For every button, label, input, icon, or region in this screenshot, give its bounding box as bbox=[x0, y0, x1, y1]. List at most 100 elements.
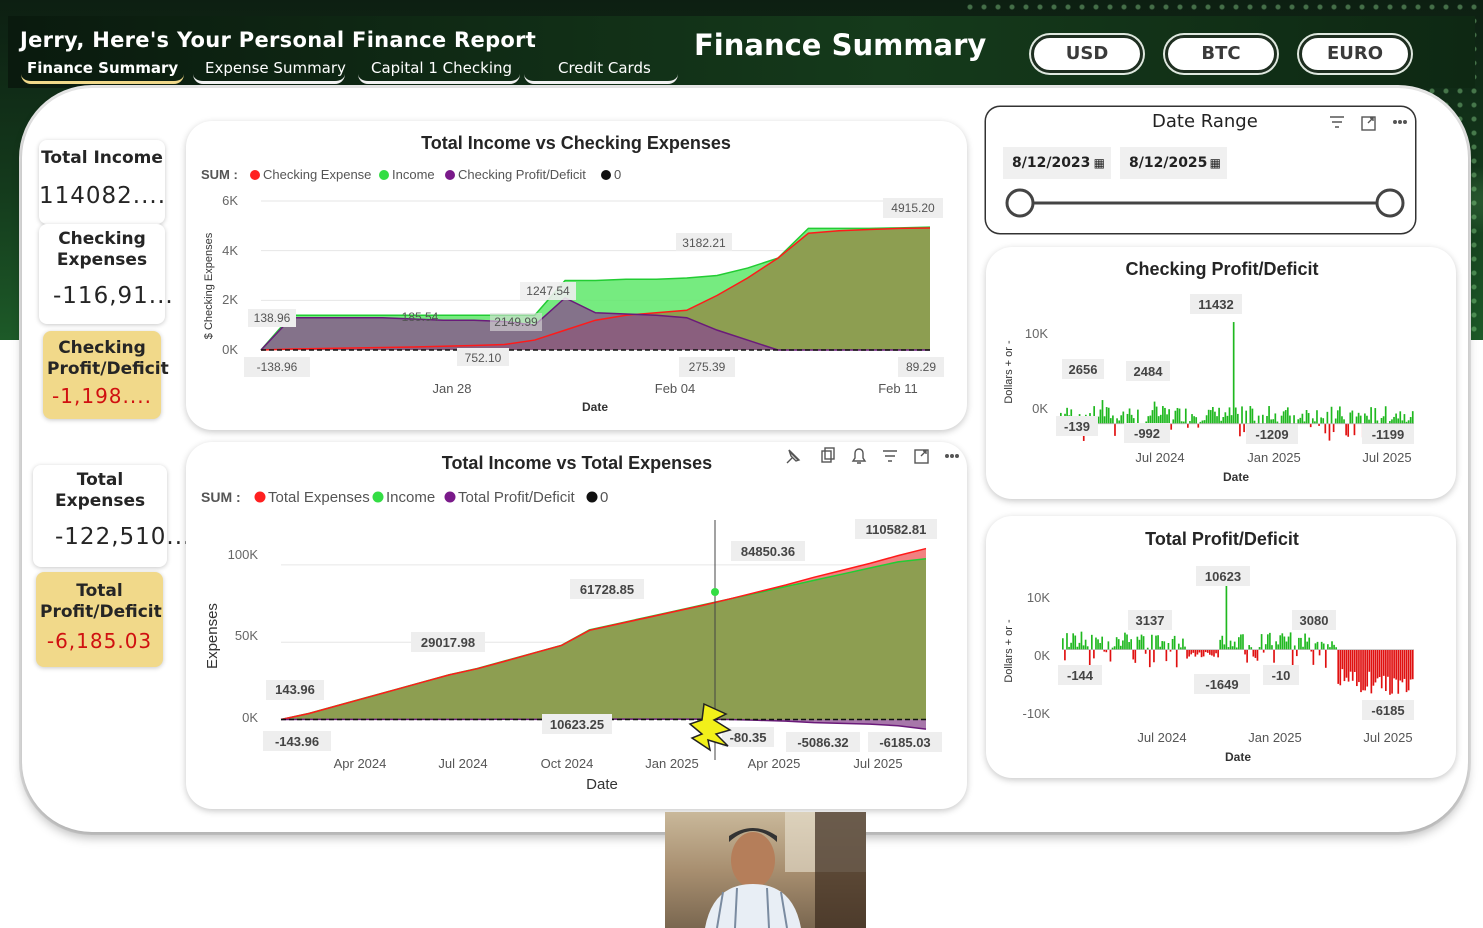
bar bbox=[1362, 649, 1364, 691]
slider-start-handle[interactable] bbox=[1005, 188, 1035, 218]
checking-profit-bars bbox=[1060, 322, 1414, 441]
btc-button[interactable]: BTC bbox=[1165, 35, 1277, 73]
kpi-label: Total Profit/Deficit bbox=[40, 581, 162, 622]
legend-item[interactable]: Total Profit/Deficit bbox=[458, 489, 576, 506]
total-profit-chart: Total Profit/Deficit Dollars + or - 10K … bbox=[1003, 529, 1414, 764]
copy-icon[interactable] bbox=[821, 447, 835, 463]
focus-mode-icon[interactable] bbox=[914, 449, 929, 464]
checking-chart-panel[interactable]: Total Income vs Checking Expenses SUM : … bbox=[186, 121, 967, 430]
legend-item[interactable]: 0 bbox=[600, 489, 608, 506]
webcam-overlay bbox=[665, 812, 866, 928]
tab-capital-1-checking[interactable]: Capital 1 Checking bbox=[358, 58, 520, 84]
bar bbox=[1353, 423, 1356, 436]
data-label: 110582.81 bbox=[866, 522, 927, 537]
legend-swatch bbox=[372, 491, 384, 503]
bar bbox=[1126, 413, 1129, 424]
bar bbox=[1401, 649, 1404, 683]
bar bbox=[1142, 636, 1145, 650]
bar bbox=[1097, 639, 1099, 650]
data-label: -1209 bbox=[1255, 427, 1288, 442]
start-date-value: 8/12/2023 bbox=[1012, 155, 1091, 171]
bar bbox=[1286, 407, 1289, 424]
bar bbox=[1223, 644, 1226, 650]
slicer-toolbar bbox=[1330, 116, 1408, 131]
bar bbox=[1266, 634, 1269, 650]
bar bbox=[1272, 419, 1275, 424]
y-tick: 6K bbox=[222, 193, 238, 208]
chart-legend: SUM : Total Expenses Income Total Profit… bbox=[201, 489, 608, 506]
calendar-icon[interactable]: ▦ bbox=[1210, 147, 1221, 179]
data-label: 11432 bbox=[1198, 297, 1233, 312]
bar bbox=[1266, 415, 1268, 424]
data-label: -80.35 bbox=[730, 730, 767, 745]
pin-icon[interactable] bbox=[786, 449, 801, 464]
legend-item[interactable]: Checking Expense bbox=[263, 167, 371, 182]
bar bbox=[1103, 416, 1106, 424]
tab-expense-summary[interactable]: Expense Summary bbox=[193, 58, 346, 84]
more-options-icon[interactable] bbox=[1393, 119, 1408, 124]
legend-item[interactable]: Total Expenses bbox=[268, 489, 370, 506]
total-chart-panel[interactable]: Total Income vs Total Expenses SUM : Tot… bbox=[186, 442, 967, 809]
filter-icon[interactable] bbox=[1330, 116, 1344, 128]
bar bbox=[1298, 637, 1300, 650]
legend-item[interactable]: Checking Profit/Deficit bbox=[458, 167, 586, 182]
bar bbox=[1245, 410, 1248, 424]
bar bbox=[1113, 646, 1116, 650]
bar bbox=[1128, 408, 1131, 424]
x-tick: Jan 2025 bbox=[645, 756, 699, 771]
bar bbox=[1376, 420, 1379, 424]
bar bbox=[1364, 413, 1366, 424]
end-date-input[interactable]: 8/12/2025 ▦ bbox=[1120, 147, 1227, 179]
bar bbox=[1399, 411, 1402, 424]
tab-credit-cards[interactable]: Credit Cards bbox=[524, 58, 678, 84]
bar bbox=[1261, 414, 1264, 424]
bar bbox=[1064, 649, 1066, 661]
data-label: 4915.20 bbox=[891, 201, 935, 215]
bar bbox=[1149, 415, 1152, 424]
focus-mode-icon[interactable] bbox=[1361, 116, 1376, 131]
slider-end-handle[interactable] bbox=[1375, 188, 1405, 218]
bar bbox=[1093, 649, 1095, 659]
data-label: 2484 bbox=[1134, 364, 1164, 379]
legend-item[interactable]: 0 bbox=[614, 167, 621, 182]
bar bbox=[1307, 413, 1310, 424]
bar bbox=[1174, 410, 1177, 424]
data-label: -992 bbox=[1134, 426, 1160, 441]
tab-finance-summary[interactable]: Finance Summary bbox=[21, 58, 185, 84]
bar bbox=[1264, 644, 1267, 650]
data-label: 752.10 bbox=[465, 351, 502, 365]
x-tick: Jul 2024 bbox=[1137, 730, 1186, 745]
checking-profit-panel[interactable]: Checking Profit/Deficit Dollars + or - 1… bbox=[986, 247, 1456, 499]
kpi-label: Checking Profit/Deficit bbox=[47, 338, 169, 379]
bar bbox=[1206, 649, 1209, 653]
date-slider[interactable] bbox=[986, 184, 1415, 224]
bar bbox=[1341, 416, 1343, 424]
bar bbox=[1239, 423, 1241, 437]
kpi-value: -1,198.... bbox=[52, 384, 152, 408]
bar bbox=[1411, 649, 1414, 680]
bar bbox=[1162, 406, 1164, 424]
start-date-input[interactable]: 8/12/2023 ▦ bbox=[1003, 147, 1111, 179]
bar bbox=[1281, 633, 1284, 650]
bar bbox=[1332, 423, 1335, 433]
bar bbox=[1190, 649, 1193, 655]
legend-item[interactable]: Income bbox=[386, 489, 435, 506]
bell-icon[interactable] bbox=[851, 448, 867, 464]
bar bbox=[1132, 418, 1135, 424]
bar bbox=[1291, 649, 1294, 667]
bar bbox=[1095, 637, 1097, 650]
filter-icon[interactable] bbox=[883, 450, 897, 462]
legend-item[interactable]: Income bbox=[392, 167, 435, 182]
bar bbox=[1353, 649, 1356, 672]
total-chart: Total Income vs Total Expenses SUM : Tot… bbox=[201, 447, 960, 793]
bar bbox=[1345, 423, 1347, 436]
total-profit-panel[interactable]: Total Profit/Deficit Dollars + or - 10K … bbox=[986, 516, 1456, 778]
bar bbox=[1203, 420, 1206, 424]
usd-button[interactable]: USD bbox=[1031, 35, 1143, 73]
data-label: -144 bbox=[1067, 668, 1094, 683]
euro-button[interactable]: EURO bbox=[1299, 35, 1411, 73]
calendar-icon[interactable]: ▦ bbox=[1094, 147, 1105, 179]
bar bbox=[1357, 412, 1360, 424]
more-options-icon[interactable] bbox=[945, 453, 960, 458]
bar bbox=[1260, 634, 1263, 650]
